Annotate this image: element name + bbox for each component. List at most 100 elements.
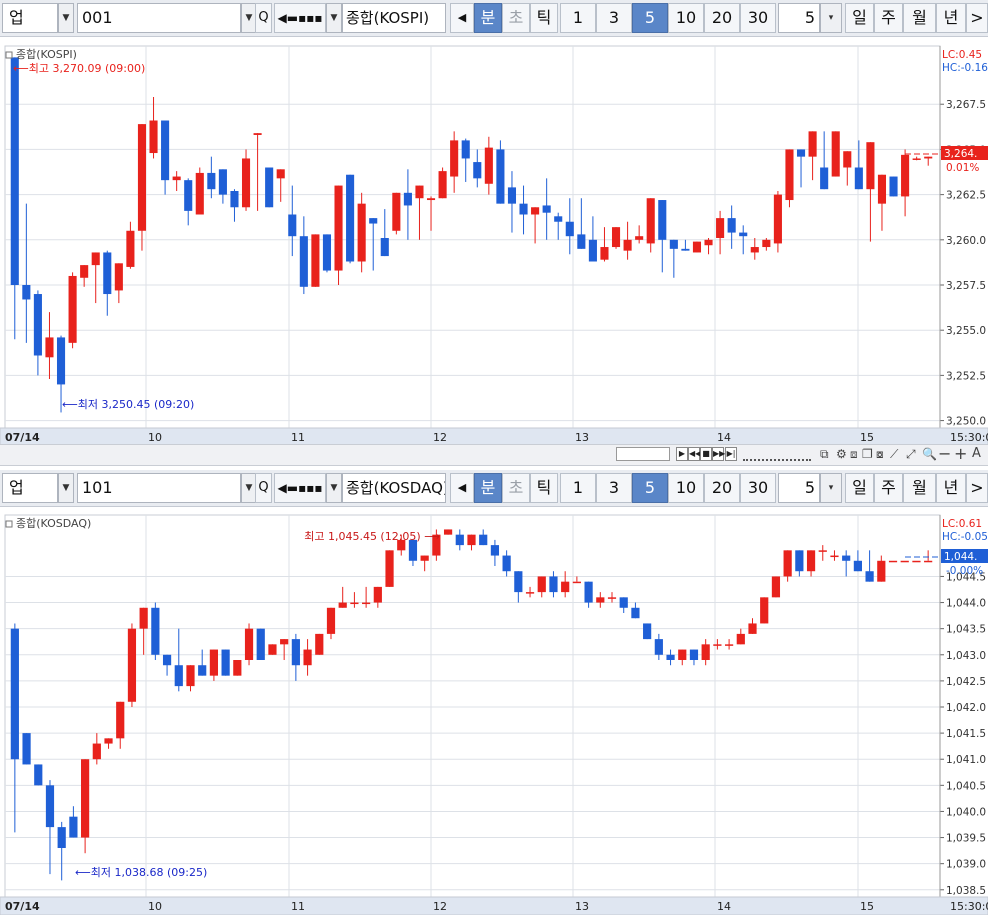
candle-body — [209, 649, 219, 676]
tab-tick[interactable]: 틱 — [530, 3, 558, 33]
settings-icon[interactable]: ⚙ — [836, 446, 847, 462]
chart-tool-icon[interactable]: ⧉ — [820, 446, 829, 462]
y-tick-label: 1,042.0 — [946, 702, 986, 714]
candle-body — [502, 555, 511, 572]
candle-body — [34, 764, 43, 786]
interval-30-button[interactable]: 30 — [740, 3, 776, 33]
tab-minute-label: 분 — [480, 8, 496, 27]
market-type-select[interactable]: 업 — [2, 3, 58, 33]
interval-1-label-2: 1 — [572, 478, 584, 497]
next-arrow-icon[interactable]: > — [966, 3, 988, 33]
scroll-list-dropdown-icon[interactable]: ▼ — [326, 3, 342, 33]
index-code-input-2[interactable]: 101 — [77, 473, 241, 503]
candle-body — [420, 555, 429, 561]
stop-icon[interactable]: ■ — [700, 447, 712, 461]
market-type-dropdown-icon[interactable]: ▼ — [58, 3, 74, 33]
font-size-icon[interactable]: A — [972, 446, 981, 462]
count-input[interactable]: 5 — [778, 3, 820, 33]
candle-body — [631, 607, 640, 619]
candle-body — [450, 140, 459, 177]
candle-body — [139, 607, 148, 629]
market-type-select-2[interactable]: 업 — [2, 473, 58, 503]
range-year-label-2: 년 — [943, 478, 959, 497]
candle-body — [116, 701, 125, 739]
range-month-button-2[interactable]: 월 — [903, 473, 936, 503]
candle-body — [338, 602, 347, 608]
y-tick-label: 1,039.5 — [946, 833, 986, 845]
end-icon[interactable]: ▶| — [725, 447, 737, 461]
candle-body — [455, 534, 464, 546]
tab-tick-2[interactable]: 틱 — [530, 473, 558, 503]
interval-10-button[interactable]: 10 — [668, 3, 704, 33]
tab-second-2[interactable]: 초 — [502, 473, 530, 503]
range-month-button[interactable]: 월 — [903, 3, 936, 33]
scroll-list-icon-2[interactable]: ◀▬▪▪▪ — [274, 473, 326, 503]
zoom-slider[interactable] — [743, 449, 811, 461]
zoom-icon[interactable]: 🔍 — [922, 446, 937, 462]
interval-10-button-2[interactable]: 10 — [668, 473, 704, 503]
interval-20-button[interactable]: 20 — [704, 3, 740, 33]
kosdaq-chart-panel[interactable]: 1,044.5 1,044.0 1,043.5 1,043.0 1,042.5 1,042… — [0, 513, 988, 915]
range-day-button[interactable]: 일 — [845, 3, 874, 33]
interval-1-button-2[interactable]: 1 — [560, 473, 596, 503]
candle-body — [276, 169, 285, 179]
copy-icon[interactable]: ⧈ — [850, 446, 858, 462]
tab-second[interactable]: 초 — [502, 3, 530, 33]
candle-body — [771, 576, 781, 598]
range-week-label-2: 주 — [881, 478, 896, 497]
chart-scroll-bar[interactable]: ▶ ◀◀ ■ ▶▶ ▶| ⧉ ⚙ ⧈ ❐ ⧇ ⟋ ⤢ 🔍 − + A — [0, 444, 988, 466]
restore-icon[interactable]: ⧇ — [876, 446, 884, 462]
tab-minute-2[interactable]: 분 — [474, 473, 502, 503]
range-day-button-2[interactable]: 일 — [845, 473, 874, 503]
interval-3-button-2[interactable]: 3 — [596, 473, 632, 503]
search-icon-2[interactable]: Q — [255, 473, 272, 503]
interval-5-button[interactable]: 5 — [632, 3, 668, 33]
interval-30-button-2[interactable]: 30 — [740, 473, 776, 503]
scroll-forward-icon[interactable]: ▶▶ — [712, 447, 725, 461]
market-type-dropdown-icon-2[interactable]: ▼ — [58, 473, 74, 503]
index-code-input[interactable]: 001 — [77, 3, 241, 33]
range-week-button[interactable]: 주 — [874, 3, 903, 33]
range-week-label: 주 — [881, 8, 896, 27]
prev-arrow-icon-2[interactable]: ◀ — [450, 473, 474, 503]
candle-body — [408, 539, 418, 561]
interval-5-button-2[interactable]: 5 — [632, 473, 668, 503]
candle-body — [783, 550, 792, 577]
scroll-list-dropdown-icon-2[interactable]: ▼ — [326, 473, 342, 503]
interval-3-button[interactable]: 3 — [596, 3, 632, 33]
range-year-button-2[interactable]: 년 — [936, 473, 966, 503]
x-tick-label: 14 — [717, 431, 731, 444]
window-icon[interactable]: ❐ — [862, 446, 873, 462]
interval-1-button[interactable]: 1 — [560, 3, 596, 33]
scroll-thumb[interactable] — [616, 447, 670, 461]
tab-minute[interactable]: 분 — [474, 3, 502, 33]
zoom-in-icon[interactable]: + — [954, 446, 967, 462]
prev-arrow-icon[interactable]: ◀ — [450, 3, 474, 33]
candle-body — [467, 534, 476, 546]
search-icon[interactable]: Q — [255, 3, 272, 33]
candle-body — [198, 665, 207, 676]
next-arrow-icon-2[interactable]: > — [966, 473, 988, 503]
range-year-button[interactable]: 년 — [936, 3, 966, 33]
kosdaq-candle-chart[interactable]: 1,044.51,044.01,043.51,043.01,042.51,042… — [0, 513, 988, 915]
scroll-right-icon[interactable]: ▶ — [676, 447, 688, 461]
kospi-chart-panel[interactable]: 3,267.53,265.03,262.53,260.03,257.53,255… — [0, 44, 988, 444]
trend-icon[interactable]: ⟋ — [890, 446, 898, 462]
scroll-rewind-icon[interactable]: ◀◀ — [688, 447, 701, 461]
toolbar-kosdaq: 업 ▼ 101 ▼ Q ◀▬▪▪▪ ▼ 종합(KOSDAQ) ◀ 분 초 틱 1… — [0, 470, 988, 507]
index-name-2: 종합(KOSDAQ) — [346, 479, 446, 497]
zoom-out-icon[interactable]: − — [938, 446, 951, 462]
scroll-list-icon[interactable]: ◀▬▪▪▪ — [274, 3, 326, 33]
kospi-candle-chart[interactable]: 3,267.53,265.03,262.53,260.03,257.53,255… — [0, 44, 988, 444]
x-tick-label: 13 — [575, 900, 589, 913]
scroll-track[interactable] — [0, 445, 620, 463]
interval-20-button-2[interactable]: 20 — [704, 473, 740, 503]
count-dropdown-icon-2[interactable]: ▾ — [820, 473, 842, 503]
y-tick-label: 3,250.0 — [946, 416, 986, 428]
candle-body — [484, 147, 493, 184]
candle-body — [322, 234, 332, 271]
expand-icon[interactable]: ⤢ — [906, 446, 916, 462]
count-input-2[interactable]: 5 — [778, 473, 820, 503]
count-dropdown-icon[interactable]: ▾ — [820, 3, 842, 33]
range-week-button-2[interactable]: 주 — [874, 473, 903, 503]
